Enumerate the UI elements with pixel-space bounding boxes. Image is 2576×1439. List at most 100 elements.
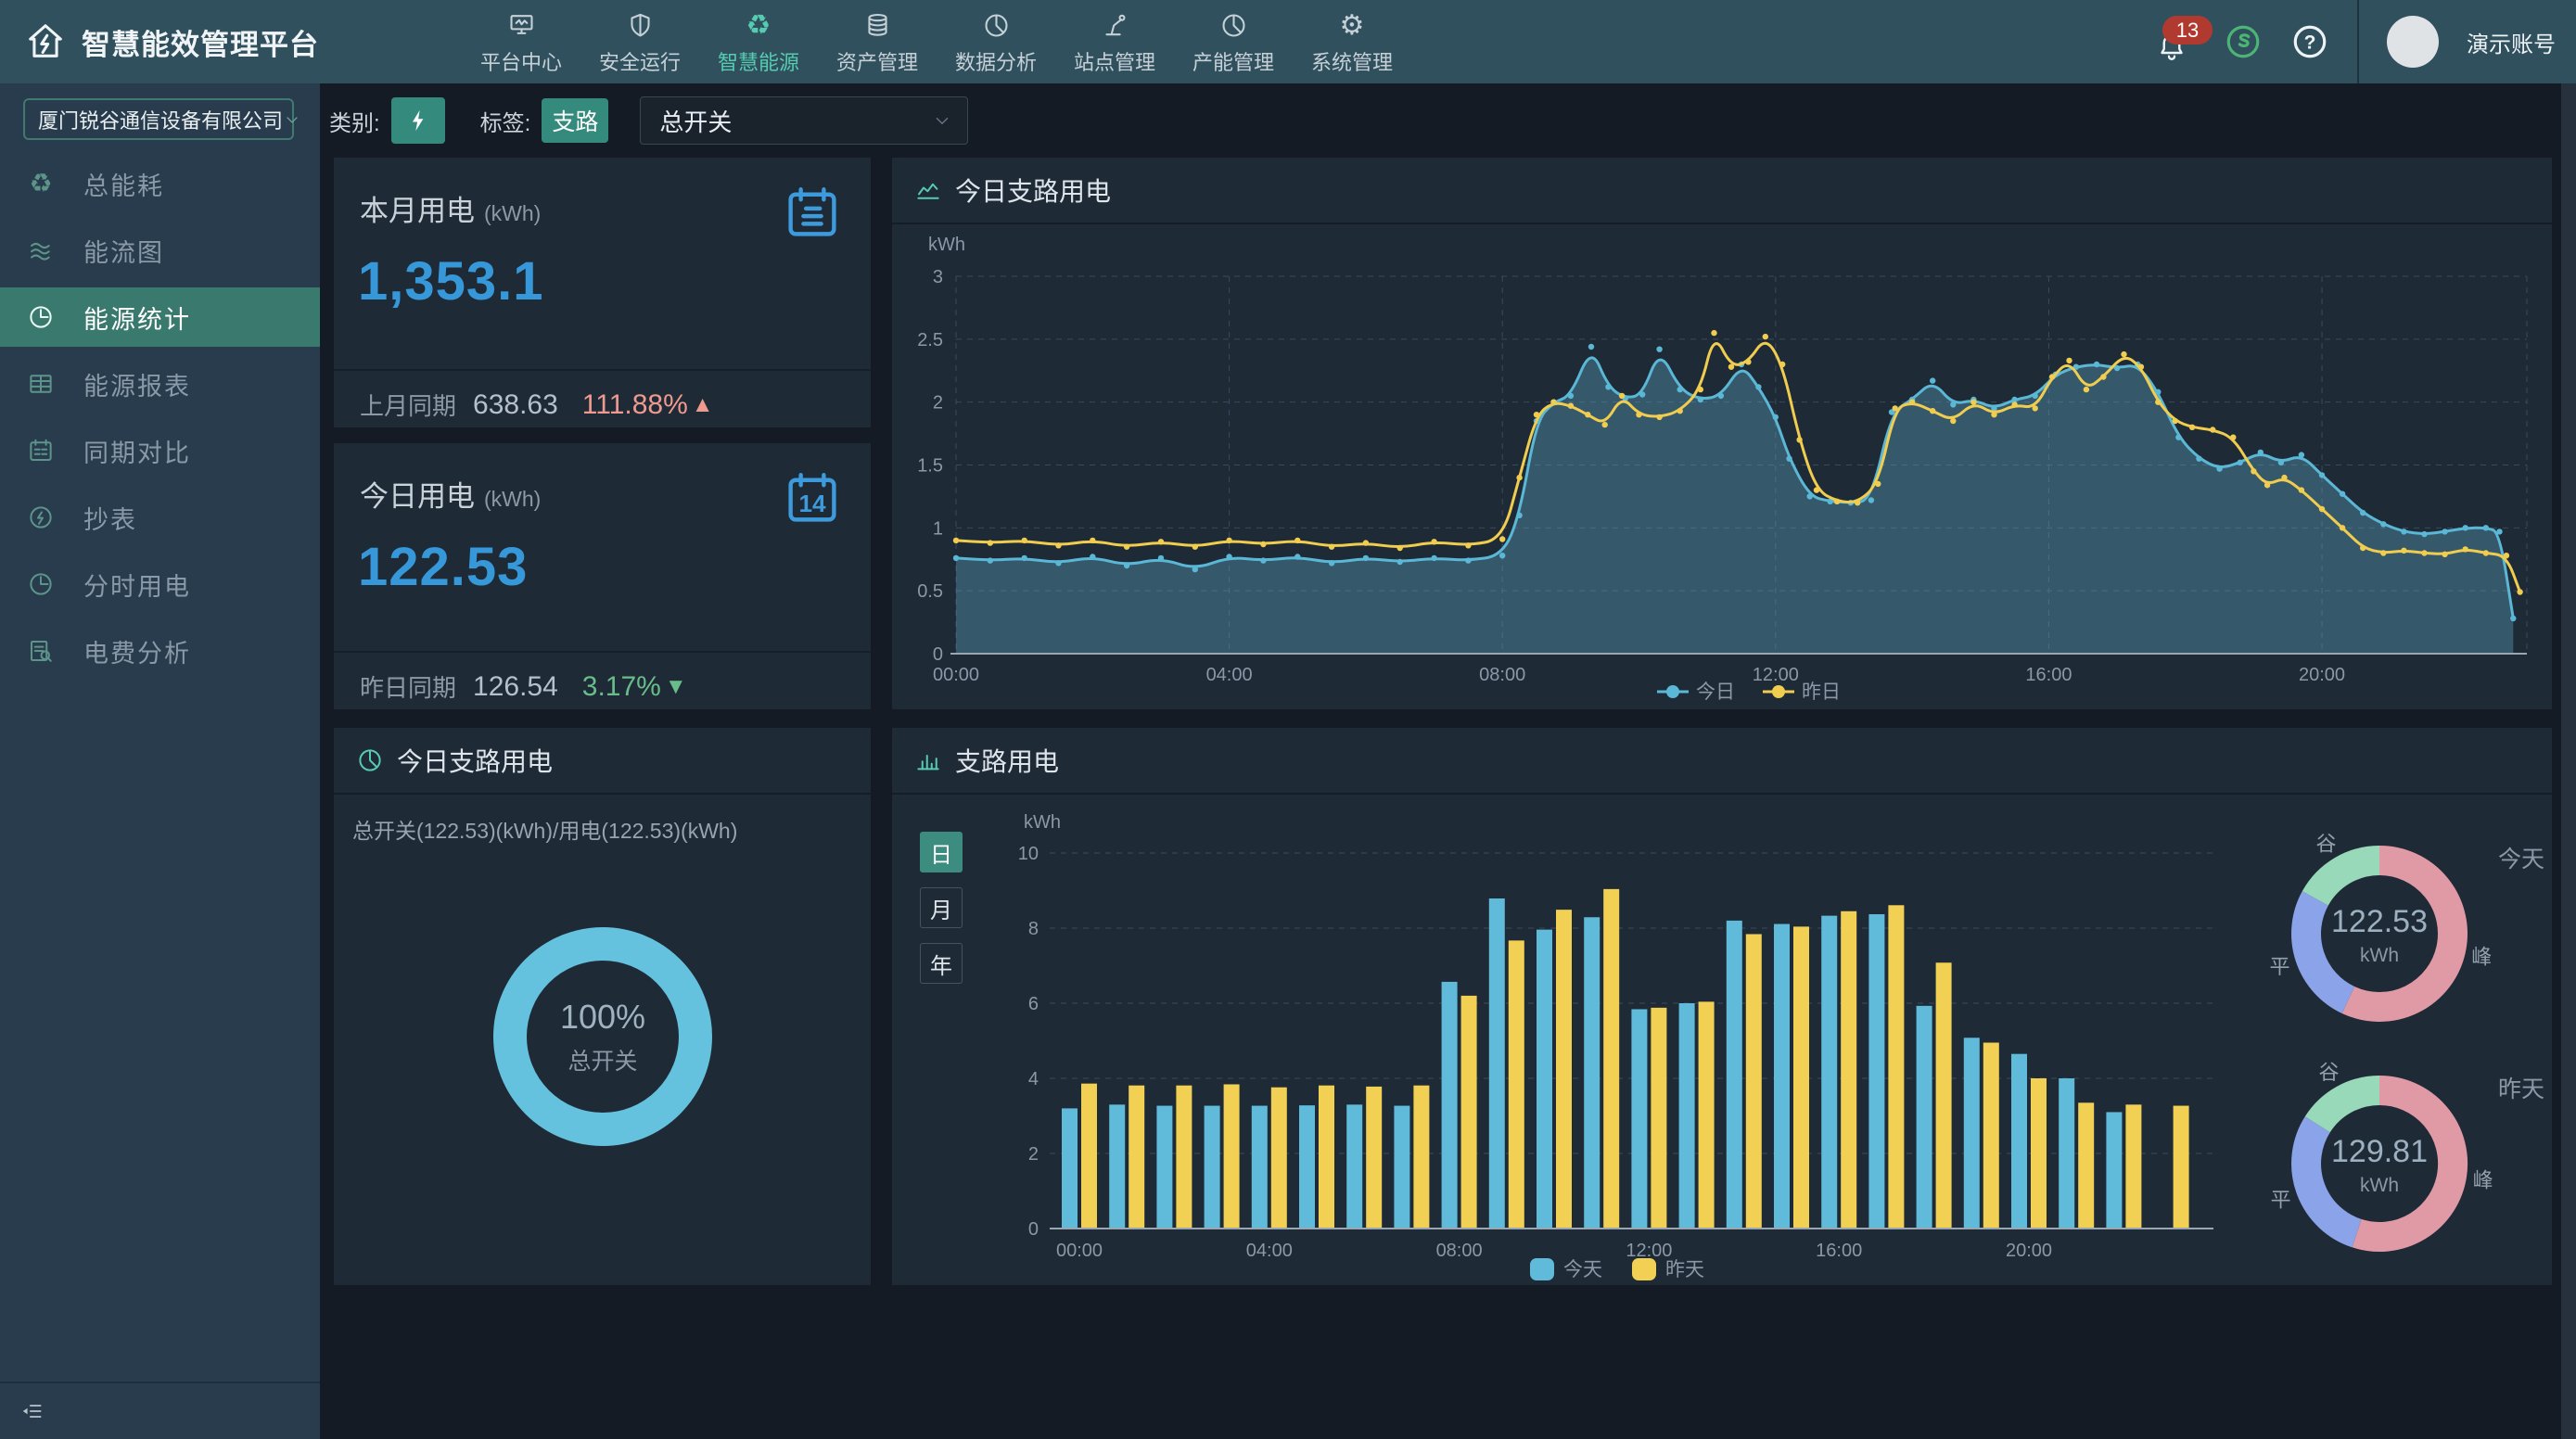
tag-branch-button[interactable]: 支路 — [542, 98, 608, 143]
divider — [334, 651, 871, 653]
svg-text:20:00: 20:00 — [2299, 665, 2345, 685]
svg-text:2: 2 — [933, 393, 943, 414]
calendar-icon — [26, 436, 56, 465]
svg-text:谷: 谷 — [2319, 1061, 2340, 1084]
topbar-divider — [2357, 0, 2359, 83]
period-switcher: 日月年 — [920, 832, 963, 984]
flow-icon — [26, 236, 56, 265]
compare-label: 昨日同期 — [360, 669, 456, 704]
svg-text:12:00: 12:00 — [1626, 1241, 1672, 1261]
nav-item-3[interactable]: 资产管理 — [818, 0, 937, 83]
nav-item-4[interactable]: 数据分析 — [937, 0, 1055, 83]
sidebar-item-5[interactable]: 抄表 — [0, 488, 320, 547]
today-branch-line-card: 今日支路用电 00.511.522.53kWh00:0004:0008:0012… — [892, 158, 2552, 709]
day-usage-card: 今日用电 (kWh) 14 122.53 昨日同期 126.54 3.17%▼ — [334, 443, 871, 709]
today-branch-line-chart: 00.511.522.53kWh00:0004:0008:0012:0016:0… — [892, 224, 2552, 709]
sidebar-item-7[interactable]: 电费分析 — [0, 621, 320, 681]
svg-text:峰: 峰 — [2471, 946, 2492, 969]
chevron-down-icon — [283, 110, 301, 129]
pie-chart-icon — [982, 8, 1011, 44]
svg-text:今天: 今天 — [2498, 847, 2544, 872]
meter-icon — [26, 503, 56, 532]
svg-text:1.5: 1.5 — [917, 456, 943, 477]
table-icon — [26, 369, 56, 399]
app-title: 智慧能效管理平台 — [82, 21, 319, 63]
topbar-actions: 13 ? 演示账号 — [2155, 0, 2556, 83]
svg-text:00:00: 00:00 — [933, 665, 979, 685]
down-triangle-icon: ▼ — [665, 674, 687, 700]
nav-item-7[interactable]: ⚙系统管理 — [1293, 0, 1411, 83]
svg-text:08:00: 08:00 — [1479, 665, 1525, 685]
card-title: 支路用电 — [955, 742, 1059, 779]
compare-value: 638.63 — [473, 389, 558, 421]
status-circle-icon[interactable] — [2224, 22, 2263, 61]
gear-icon: ⚙ — [1340, 8, 1365, 44]
svg-text:0: 0 — [1028, 1219, 1039, 1240]
up-triangle-icon: ▲ — [692, 392, 714, 418]
app-logo[interactable]: 智慧能效管理平台 — [24, 0, 319, 83]
svg-text:kWh: kWh — [1024, 812, 1061, 833]
database-icon — [863, 8, 892, 44]
pie-chart-icon — [356, 746, 384, 774]
sidebar-item-0[interactable]: ♻总能耗 — [0, 154, 320, 213]
today-branch-donut-card: 今日支路用电 总开关(122.53)(kWh)/用电(122.53)(kWh) … — [334, 728, 871, 1285]
svg-text:08:00: 08:00 — [1436, 1241, 1483, 1261]
period-button-1[interactable]: 月 — [920, 887, 963, 928]
branch-usage-bar-chart: 0246810kWh00:0004:0008:0012:0016:0020:00… — [892, 795, 2552, 1285]
help-icon[interactable]: ? — [2290, 22, 2329, 61]
period-button-0[interactable]: 日 — [920, 832, 963, 872]
divider — [334, 369, 871, 371]
nav-item-5[interactable]: 站点管理 — [1055, 0, 1174, 83]
monitor-icon — [507, 8, 536, 44]
card-unit: (kWh) — [484, 201, 541, 226]
nav-item-1[interactable]: 安全运行 — [580, 0, 699, 83]
clock-pie-icon — [26, 302, 56, 332]
svg-text:1: 1 — [933, 518, 943, 539]
notification-badge: 13 — [2162, 16, 2213, 45]
company-select[interactable]: 厦门锐谷通信设备有限公司 — [23, 98, 294, 140]
category-electric-button[interactable] — [391, 97, 445, 144]
card-title: 本月用电 — [360, 187, 475, 229]
nav-item-2[interactable]: ♻智慧能源 — [699, 0, 818, 83]
total-switch-donut-chart: 100%总开关 — [334, 795, 871, 1285]
month-usage-value: 1,353.1 — [358, 250, 544, 312]
scrollbar[interactable] — [2561, 83, 2576, 1439]
avatar[interactable] — [2387, 16, 2439, 68]
clock-pie-icon — [26, 569, 56, 599]
pie-chart-icon — [1219, 8, 1248, 44]
svg-text:总开关: 总开关 — [567, 1049, 637, 1075]
svg-text:16:00: 16:00 — [1816, 1241, 1862, 1261]
sidebar-item-1[interactable]: 能流图 — [0, 221, 320, 280]
user-name[interactable]: 演示账号 — [2467, 26, 2556, 58]
svg-text:2.5: 2.5 — [917, 330, 943, 350]
svg-text:2: 2 — [1028, 1144, 1039, 1165]
donut-subtitle: 总开关(122.53)(kWh)/用电(122.53)(kWh) — [352, 813, 737, 845]
sidebar-item-2[interactable]: 能源统计 — [0, 287, 320, 347]
svg-text:14: 14 — [798, 490, 826, 517]
period-button-2[interactable]: 年 — [920, 943, 963, 984]
svg-text:00:00: 00:00 — [1056, 1241, 1103, 1261]
svg-text:kWh: kWh — [2360, 945, 2399, 966]
nav-item-0[interactable]: 平台中心 — [462, 0, 580, 83]
card-unit: (kWh) — [484, 487, 541, 512]
line-chart-icon — [914, 176, 942, 204]
percent-up: 111.88%▲ — [582, 389, 714, 421]
svg-text:10: 10 — [1018, 844, 1039, 864]
main-content: 类别: 标签: 支路 总开关 本月用电 (kWh) 1,353.1 上月同期 6… — [320, 83, 2576, 1439]
nav-item-6[interactable]: 产能管理 — [1174, 0, 1293, 83]
percent-down: 3.17%▼ — [582, 671, 687, 703]
svg-text:20:00: 20:00 — [2006, 1241, 2052, 1261]
svg-text:平: 平 — [2270, 955, 2290, 978]
robot-arm-icon — [1101, 8, 1129, 44]
sidebar-item-4[interactable]: 同期对比 — [0, 421, 320, 480]
shield-icon — [626, 8, 655, 44]
notifications-button[interactable]: 13 — [2155, 19, 2196, 64]
sidebar-item-6[interactable]: 分时用电 — [0, 554, 320, 614]
calendar-14-icon: 14 — [782, 467, 843, 528]
filter-bar: 类别: 标签: 支路 总开关 — [320, 83, 968, 158]
svg-text:昨天: 昨天 — [1665, 1259, 1704, 1280]
svg-text:今日: 今日 — [1696, 681, 1735, 703]
sidebar-item-3[interactable]: 能源报表 — [0, 354, 320, 414]
branch-select[interactable]: 总开关 — [640, 96, 968, 145]
sidebar-collapse-button[interactable] — [0, 1382, 320, 1439]
